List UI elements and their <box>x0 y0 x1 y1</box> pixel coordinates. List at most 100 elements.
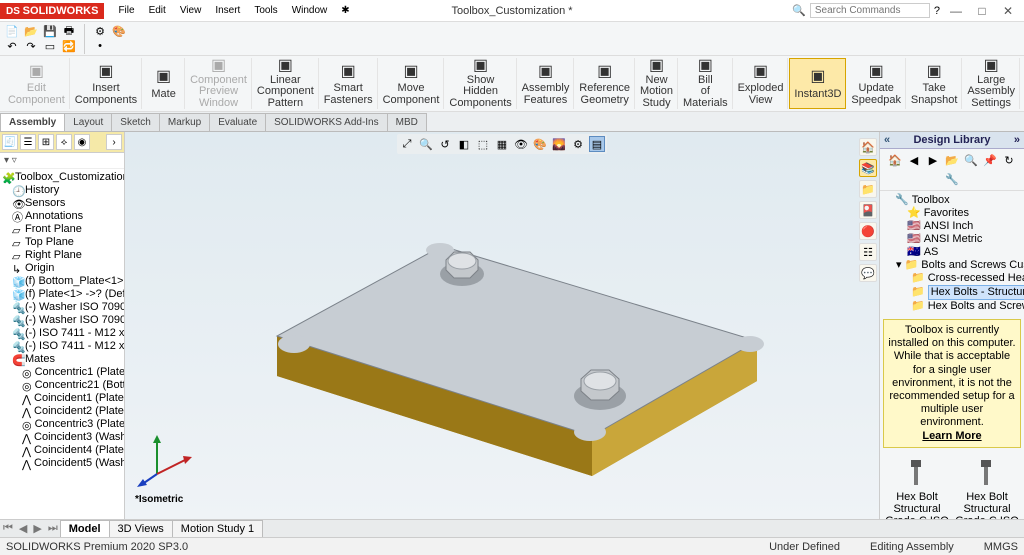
tree-node[interactable]: ⋀Coincident3 (Washer ISO 709 <box>2 431 122 444</box>
qat-redo-icon[interactable]: ↷ <box>23 39 39 53</box>
command-search-input[interactable] <box>810 3 930 18</box>
dl-tree-node[interactable]: 📁 Hex Bolts - Structural <box>884 285 1020 300</box>
tp-design-library-icon[interactable]: 📚 <box>859 159 877 177</box>
tp-custom-props-icon[interactable]: ☷ <box>859 243 877 261</box>
tree-node[interactable]: ◎Concentric21 (Bottom_Plate< <box>2 379 122 392</box>
qat-rebuild-icon[interactable]: 🔁 <box>61 39 77 53</box>
tree-node[interactable]: ◎Concentric1 (Plate<1>,Washe <box>2 366 122 379</box>
ribbon-tab-sketch[interactable]: Sketch <box>111 113 160 131</box>
menu-window[interactable]: Window <box>286 3 334 18</box>
dl-refresh-icon[interactable]: ↻ <box>1001 152 1017 168</box>
menu-insert[interactable]: Insert <box>209 3 246 18</box>
ribbon-take-snapshot[interactable]: ▣TakeSnapshot <box>907 58 962 109</box>
ribbon-tab-solidworks-add-ins[interactable]: SOLIDWORKS Add-Ins <box>265 113 387 131</box>
design-library-title-bar[interactable]: « Design Library » <box>880 132 1024 149</box>
btab-scroll-next-icon[interactable]: ▶ <box>30 522 44 535</box>
search-icon[interactable]: 🔍 <box>792 4 806 17</box>
bottom-tab-model[interactable]: Model <box>60 520 110 538</box>
tree-root[interactable]: 🧩 Toolbox_Customization (Default<Display <box>2 171 122 184</box>
ribbon-bill-of-materials[interactable]: ▣BillofMaterials <box>679 58 733 109</box>
dl-config-icon[interactable]: 🔧 <box>944 171 960 187</box>
ribbon-tab-evaluate[interactable]: Evaluate <box>209 113 266 131</box>
feature-filter[interactable]: ▾ ▿ <box>0 153 124 169</box>
qat-new-icon[interactable]: 📄 <box>4 24 20 38</box>
window-minimize-icon[interactable]: — <box>944 4 968 18</box>
dl-tree-node[interactable]: 🇦🇺 AS <box>884 246 1020 259</box>
ribbon-tab-markup[interactable]: Markup <box>159 113 210 131</box>
dl-pin-icon[interactable]: 📌 <box>982 152 998 168</box>
tree-node[interactable]: ↳Origin <box>2 262 122 275</box>
tree-node[interactable]: ⋀Coincident4 (Plate<1>,ISO 74 <box>2 444 122 457</box>
tree-node[interactable]: 🔩(-) Washer ISO 7090 - 12<2> (Wa <box>2 314 122 327</box>
tree-node[interactable]: 🔩(-) ISO 7411 - M12 x 30 --- 20-WN <box>2 340 122 353</box>
expand-right-icon[interactable]: » <box>1014 134 1020 146</box>
tp-forum-icon[interactable]: 💬 <box>859 264 877 282</box>
tree-node[interactable]: 👁Sensors <box>2 197 122 210</box>
menu-edit[interactable]: Edit <box>143 3 172 18</box>
ft-tab-dim-icon[interactable]: ⟡ <box>56 134 72 150</box>
qat-save-icon[interactable]: 💾 <box>42 24 58 38</box>
tp-appearances-icon[interactable]: 🔴 <box>859 222 877 240</box>
tree-node[interactable]: 🔩(-) ISO 7411 - M12 x 30 --- 20-WN <box>2 327 122 340</box>
tree-node[interactable]: ⋀Coincident2 (Plate<1>,Washe <box>2 405 122 418</box>
dl-tree-node[interactable]: ⭐ Favorites <box>884 207 1020 220</box>
ribbon-insert-components[interactable]: ▣InsertComponents <box>71 58 142 109</box>
dl-up-icon[interactable]: 📂 <box>944 152 960 168</box>
ribbon-tab-mbd[interactable]: MBD <box>387 113 427 131</box>
tree-node[interactable]: 🧊(f) Bottom_Plate<1> (Default< <box>2 275 122 288</box>
ribbon-show-hidden-components[interactable]: ▣ShowHiddenComponents <box>445 58 516 109</box>
tree-node[interactable]: ◎Concentric3 (Plate<1>,ISO 74 <box>2 418 122 431</box>
ft-tab-display-icon[interactable]: ◉ <box>74 134 90 150</box>
ribbon-instant3d[interactable]: ▣Instant3D <box>789 58 846 109</box>
expand-toggle-icon[interactable]: ▾ <box>896 259 902 272</box>
dl-tree-node[interactable]: 🇺🇸 ANSI Metric <box>884 233 1020 246</box>
tp-file-explorer-icon[interactable]: 📁 <box>859 180 877 198</box>
tree-node[interactable]: 🧊(f) Plate<1> ->? (Default< <box>2 288 122 301</box>
menu-view[interactable]: View <box>174 3 208 18</box>
bottom-tab-motion-study-1[interactable]: Motion Study 1 <box>172 520 263 538</box>
qat-misc-icon[interactable]: • <box>92 39 108 53</box>
tree-node[interactable]: ⋀Coincident1 (Plate<1>,Washe <box>2 392 122 405</box>
dl-fwd-icon[interactable]: ▶ <box>925 152 941 168</box>
ribbon-tab-layout[interactable]: Layout <box>64 113 112 131</box>
help-icon[interactable]: ? <box>934 5 940 17</box>
dl-tree-node[interactable]: ▾📁 Bolts and Screws Custom <box>884 259 1020 272</box>
qat-select-icon[interactable]: ▭ <box>42 39 58 53</box>
btab-scroll-first-icon[interactable]: ⏮ <box>0 522 16 535</box>
ft-tab-tree-icon[interactable]: 🧾 <box>2 134 18 150</box>
ribbon-update-speedpak[interactable]: ▣UpdateSpeedpak <box>847 58 905 109</box>
tp-resources-icon[interactable]: 🏠 <box>859 138 877 156</box>
ribbon-linear-component-pattern[interactable]: ▣LinearComponentPattern <box>253 58 319 109</box>
window-maximize-icon[interactable]: □ <box>970 4 994 18</box>
qat-print-icon[interactable]: 🖶 <box>61 24 77 38</box>
tree-node[interactable]: ⋀Coincident5 (Washer ISO 709 <box>2 457 122 470</box>
ribbon-new-motion-study[interactable]: ▣NewMotionStudy <box>636 58 678 109</box>
ribbon-mate[interactable]: ▣Mate <box>143 58 185 109</box>
bottom-tab-3d-views[interactable]: 3D Views <box>109 520 173 538</box>
qat-options-icon[interactable]: ⚙ <box>92 24 108 38</box>
orientation-triad[interactable] <box>137 429 197 489</box>
ft-tab-more-icon[interactable]: › <box>106 134 122 150</box>
ribbon-reference-geometry[interactable]: ▣ReferenceGeometry <box>575 58 635 109</box>
warning-learn-more-link[interactable]: Learn More <box>922 430 981 442</box>
qat-appearance-icon[interactable]: 🎨 <box>111 24 127 38</box>
tree-node[interactable]: ▱Right Plane <box>2 249 122 262</box>
window-close-icon[interactable]: ✕ <box>996 4 1020 18</box>
ft-tab-property-icon[interactable]: ☰ <box>20 134 36 150</box>
dl-back-icon[interactable]: ◀ <box>906 152 922 168</box>
status-units[interactable]: MMGS <box>984 541 1018 553</box>
qat-open-icon[interactable]: 📂 <box>23 24 39 38</box>
tree-node[interactable]: ▱Front Plane <box>2 223 122 236</box>
dl-search-icon[interactable]: 🔍 <box>963 152 979 168</box>
dl-home-icon[interactable]: 🏠 <box>887 152 903 168</box>
ribbon-exploded-view[interactable]: ▣ExplodedView <box>734 58 789 109</box>
tree-node[interactable]: ▱Top Plane <box>2 236 122 249</box>
dl-tree-node[interactable]: 📁 Hex Bolts and Screws <box>884 300 1020 313</box>
ft-tab-config-icon[interactable]: ⊞ <box>38 134 54 150</box>
menu-tools[interactable]: Tools <box>248 3 283 18</box>
tree-node[interactable]: 🧲Mates <box>2 353 122 366</box>
tp-view-palette-icon[interactable]: 🎴 <box>859 201 877 219</box>
model-plate-assembly[interactable] <box>222 146 782 506</box>
btab-scroll-last-icon[interactable]: ⏭ <box>45 522 61 535</box>
ribbon-move-component[interactable]: ▣MoveComponent <box>379 58 445 109</box>
